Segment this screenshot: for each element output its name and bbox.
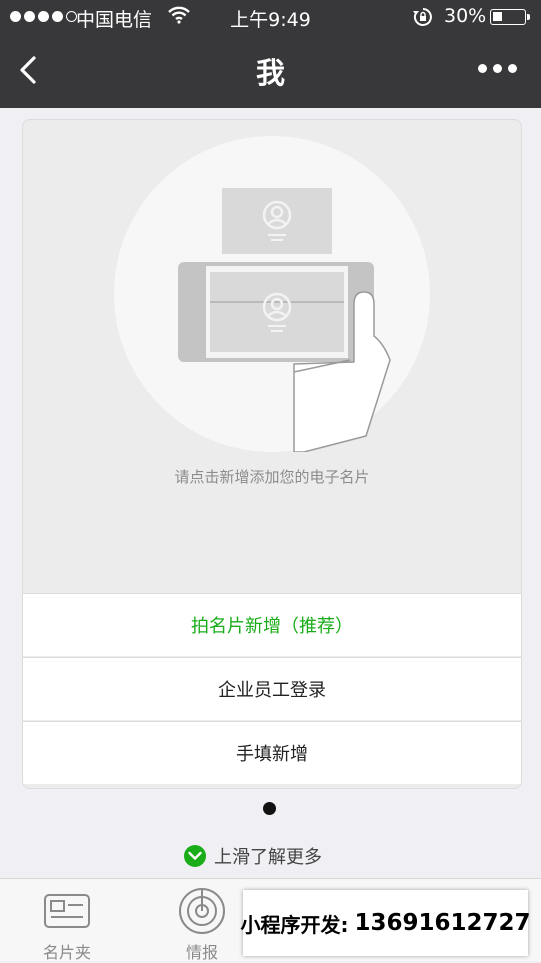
scan-card-illustration bbox=[114, 136, 430, 452]
chevron-down-icon bbox=[184, 845, 206, 867]
card-action-list: 拍名片新增（推荐） 企业员工登录 手填新增 bbox=[23, 593, 521, 784]
tab-intel-label: 情报 bbox=[185, 943, 218, 962]
page-title: 我 bbox=[255, 56, 285, 90]
rotation-lock-icon bbox=[412, 7, 434, 32]
battery-icon bbox=[490, 9, 530, 25]
swipe-up-hint[interactable]: 上滑了解更多 bbox=[184, 843, 322, 869]
tab-card-holder-label: 名片夹 bbox=[42, 943, 91, 962]
promo-banner: 小程序开发: 13691612727 bbox=[240, 890, 531, 956]
swipe-up-label: 上滑了解更多 bbox=[214, 847, 322, 868]
radar-icon bbox=[179, 888, 225, 934]
empty-state-hint: 请点击新增添加您的电子名片 bbox=[174, 468, 370, 486]
navigation-bar: 我 bbox=[0, 34, 541, 108]
promo-text: 小程序开发: bbox=[240, 912, 349, 937]
business-card-panel: 请点击新增添加您的电子名片 拍名片新增（推荐） 企业员工登录 手填新增 bbox=[22, 119, 522, 789]
manual-add-button[interactable]: 手填新增 bbox=[23, 721, 521, 784]
status-bar: 中国电信 上午9:49 30% bbox=[0, 0, 541, 34]
page-indicator-dot bbox=[263, 802, 276, 815]
tab-intel[interactable]: 情报 bbox=[157, 879, 247, 962]
tab-card-holder[interactable]: 名片夹 bbox=[22, 879, 112, 962]
enterprise-login-button[interactable]: 企业员工登录 bbox=[23, 657, 521, 720]
battery-percent: 30% bbox=[444, 5, 487, 27]
promo-phone: 13691612727 bbox=[354, 910, 531, 936]
more-options-icon[interactable] bbox=[478, 64, 517, 73]
scan-card-button[interactable]: 拍名片新增（推荐） bbox=[23, 593, 521, 656]
card-holder-icon bbox=[44, 894, 90, 928]
